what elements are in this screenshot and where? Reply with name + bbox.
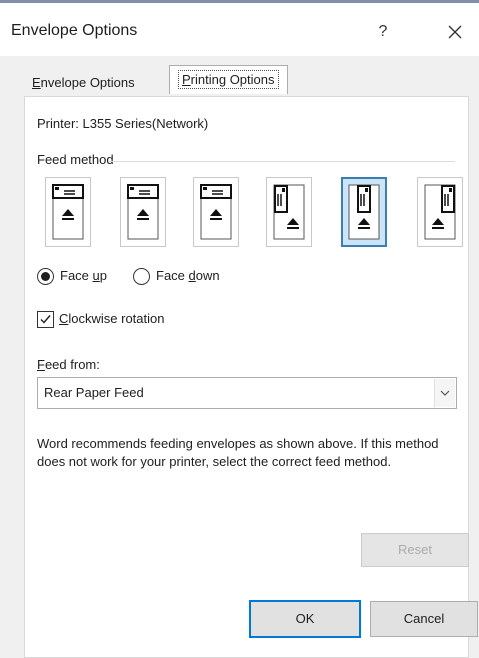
tab-printing-focus: Printing Options	[178, 70, 279, 89]
envelope-landscape-right-icon	[200, 184, 232, 240]
tab-printing-mnemonic: P	[182, 72, 191, 87]
envelope-portrait-left-icon	[273, 184, 305, 240]
clockwise-mnemonic: C	[59, 311, 69, 326]
tab-envelope-options[interactable]: Envelope Options	[24, 71, 143, 95]
feed-recommendation-text: Word recommends feeding envelopes as sho…	[37, 436, 439, 469]
tab-printing-label: rinting Options	[190, 72, 275, 87]
chevron-down-icon	[440, 390, 450, 396]
feed-option-1[interactable]	[45, 177, 91, 247]
checkmark-icon	[40, 315, 51, 324]
window-title: Envelope Options	[11, 22, 138, 39]
feed-from-mnemonic: F	[37, 357, 45, 372]
envelope-portrait-right-icon	[424, 184, 456, 240]
close-icon	[448, 25, 462, 39]
radio-selected-dot	[41, 272, 50, 281]
feed-from-value: Rear Paper Feed	[44, 385, 144, 400]
tab-printing-options[interactable]: Printing Options	[169, 65, 288, 94]
dropdown-arrow-button[interactable]	[434, 379, 455, 407]
envelope-landscape-left-icon	[52, 184, 84, 240]
feed-option-4[interactable]	[266, 177, 312, 247]
face-up-mnemonic: u	[92, 268, 100, 283]
printing-options-panel: Printer: L355 Series(Network) Feed metho…	[24, 96, 469, 658]
tab-envelope-mnemonic: E	[32, 75, 41, 90]
ok-button[interactable]: OK	[249, 600, 361, 638]
clockwise-rotation-checkbox[interactable]	[37, 311, 54, 328]
feed-option-5[interactable]	[341, 177, 387, 247]
feed-option-6[interactable]	[417, 177, 463, 247]
feed-option-3[interactable]	[193, 177, 239, 247]
envelope-portrait-center-icon	[348, 184, 380, 240]
reset-button[interactable]: Reset	[361, 533, 469, 567]
printer-label: Printer: L355 Series(Network)	[37, 116, 209, 131]
face-up-radio[interactable]	[37, 268, 54, 285]
title-bar: Envelope Options ?	[0, 3, 479, 56]
feed-method-divider	[109, 161, 455, 162]
clockwise-rotation-label[interactable]: Clockwise rotation	[59, 311, 165, 326]
cancel-button[interactable]: Cancel	[370, 601, 478, 637]
face-up-label[interactable]: Face up	[60, 268, 107, 283]
face-radio-group: Face up Face down	[37, 266, 257, 286]
tab-envelope-label: nvelope Options	[40, 75, 135, 90]
face-down-label[interactable]: Face down	[156, 268, 220, 283]
close-button[interactable]	[440, 17, 470, 47]
dialog-content: Envelope Options Printing Options Printe…	[0, 56, 479, 658]
feed-from-select[interactable]: Rear Paper Feed	[37, 377, 457, 409]
face-down-mnemonic: d	[188, 268, 196, 283]
feed-method-label: Feed method	[37, 152, 114, 167]
envelope-landscape-center-icon	[127, 184, 159, 240]
help-button[interactable]: ?	[368, 19, 398, 45]
face-down-radio[interactable]	[133, 268, 150, 285]
feed-option-2[interactable]	[120, 177, 166, 247]
feed-from-label: Feed from:	[37, 357, 100, 372]
